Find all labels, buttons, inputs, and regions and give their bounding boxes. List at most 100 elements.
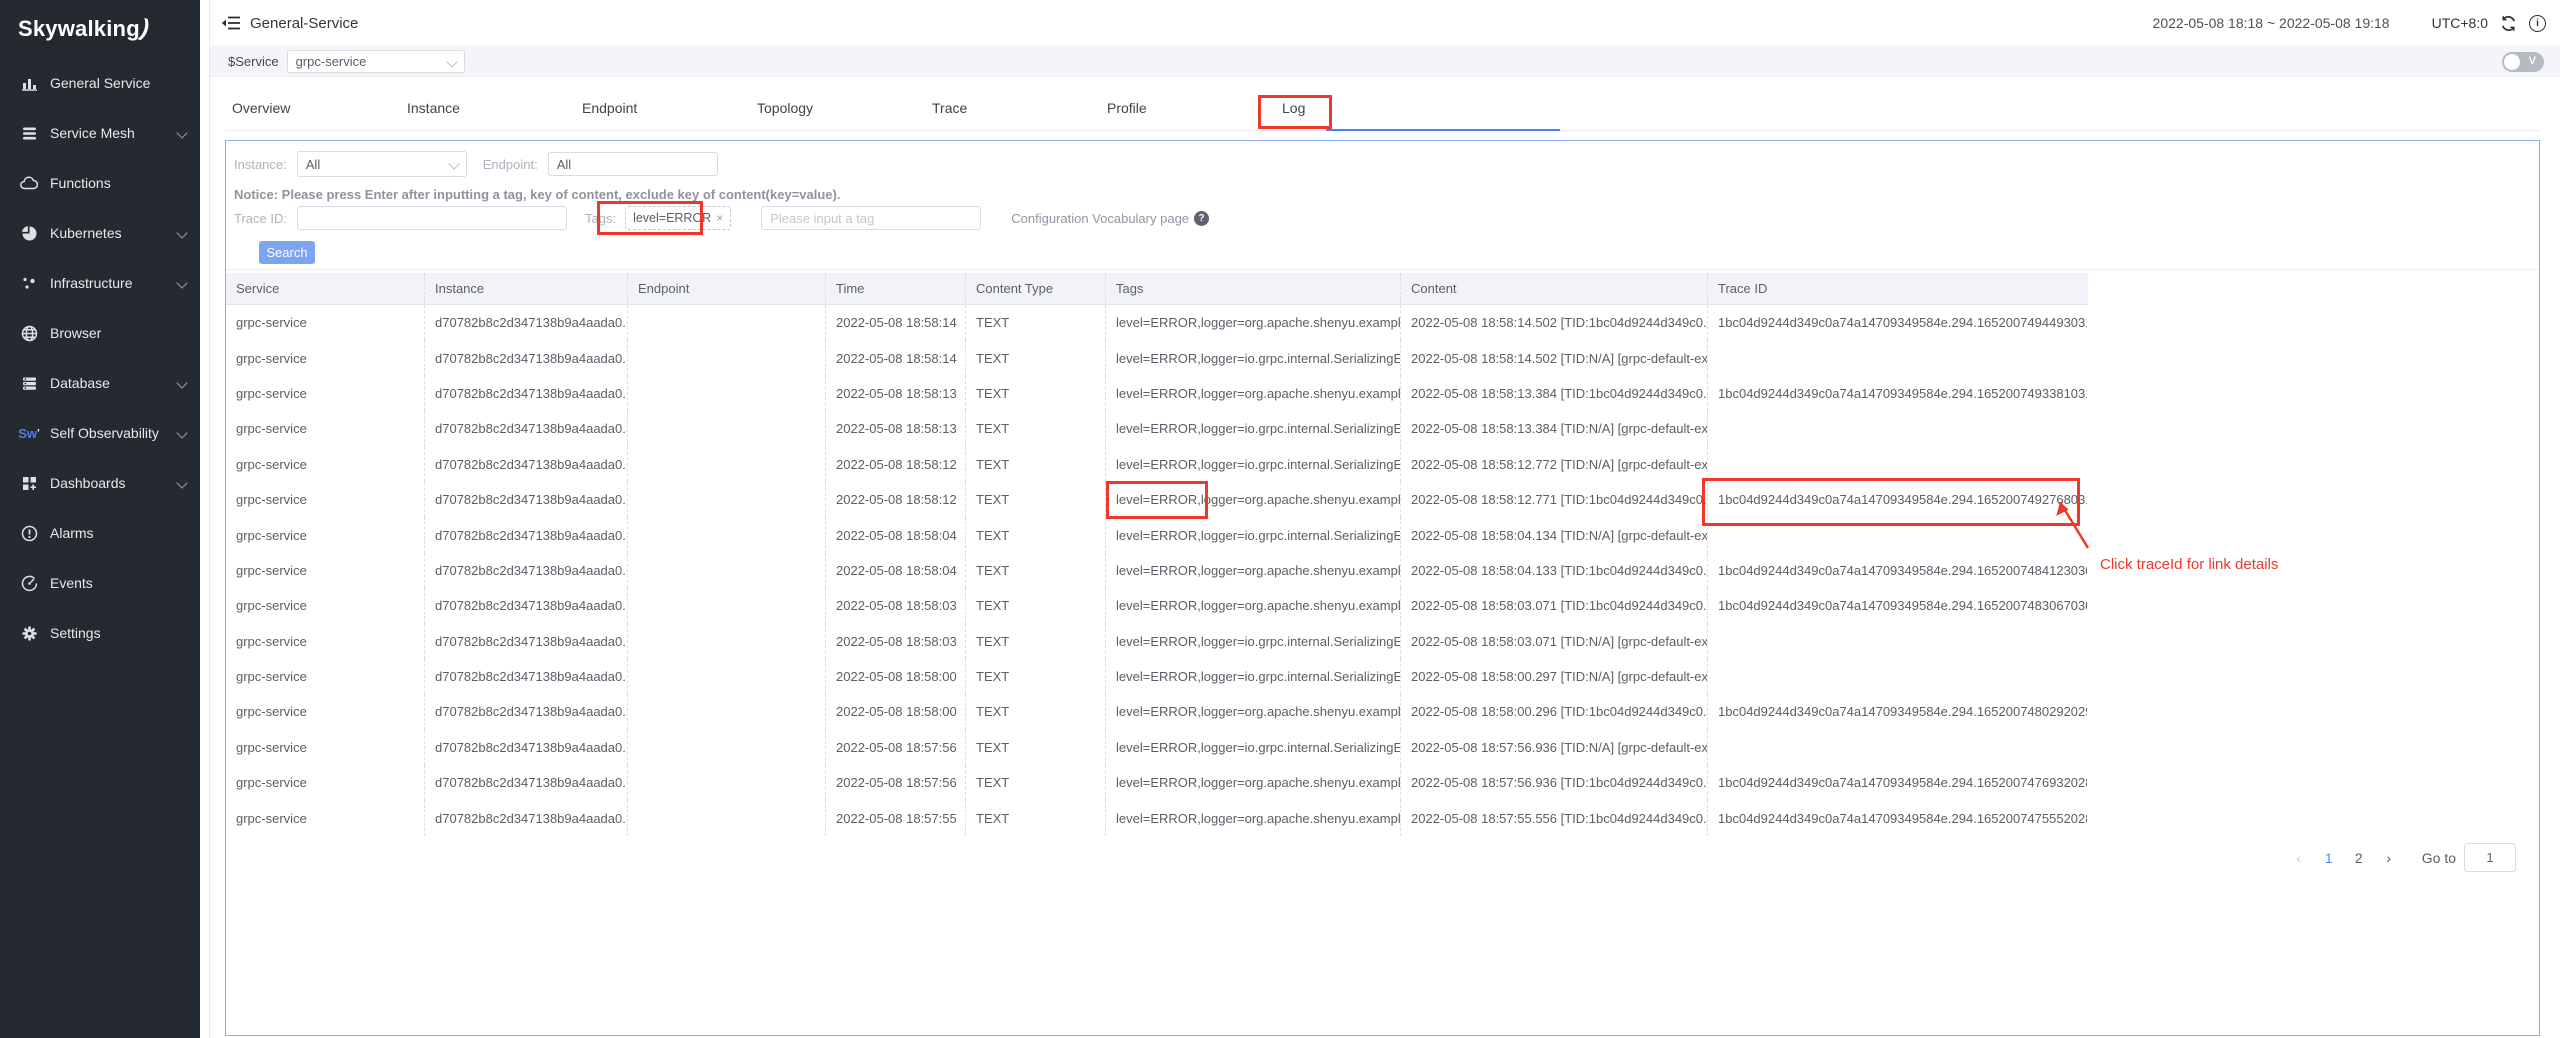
- cell-instance: d70782b8c2d347138b9a4aada0...: [424, 730, 627, 765]
- help-question-icon[interactable]: ?: [1194, 211, 1209, 226]
- tag-chip-text: level=ERROR: [633, 211, 711, 225]
- timezone-label: UTC+8:0: [2432, 15, 2488, 31]
- column-header-trace-id: Trace ID: [1707, 273, 2087, 304]
- cell-content-type: TEXT: [965, 517, 1105, 552]
- cell-endpoint: [627, 447, 825, 482]
- cell-trace-id[interactable]: 1bc04d9244d349c0a74a14709349584e.294.165…: [1707, 305, 2087, 340]
- table-row[interactable]: grpc-serviced70782b8c2d347138b9a4aada0..…: [226, 305, 2088, 340]
- cell-content-type: TEXT: [965, 588, 1105, 623]
- sidebar-item-alarms[interactable]: Alarms: [0, 508, 200, 558]
- table-row[interactable]: grpc-serviced70782b8c2d347138b9a4aada0..…: [226, 411, 2088, 446]
- chevron-down-icon: [176, 377, 187, 388]
- tab-profile[interactable]: Profile: [1107, 88, 1147, 129]
- tab-trace[interactable]: Trace: [932, 88, 967, 129]
- chevron-down-icon: [176, 227, 187, 238]
- cell-service: grpc-service: [226, 376, 424, 411]
- search-button[interactable]: Search: [259, 241, 315, 264]
- filter-row-secondary: Trace ID: Tags: level=ERROR × Configurat…: [234, 203, 1209, 233]
- table-row[interactable]: grpc-serviced70782b8c2d347138b9a4aada0..…: [226, 553, 2088, 588]
- endpoint-input[interactable]: [548, 152, 718, 176]
- cell-tags: level=ERROR,logger=io.grpc.internal.Seri…: [1105, 517, 1400, 552]
- table-row[interactable]: grpc-serviced70782b8c2d347138b9a4aada0..…: [226, 447, 2088, 482]
- sidebar-item-browser[interactable]: Browser: [0, 308, 200, 358]
- table-row[interactable]: grpc-serviced70782b8c2d347138b9a4aada0..…: [226, 659, 2088, 694]
- tag-chip[interactable]: level=ERROR ×: [625, 206, 731, 230]
- cell-trace-id[interactable]: 1bc04d9244d349c0a74a14709349584e.294.165…: [1707, 765, 2087, 800]
- sidebar-item-dashboards[interactable]: Dashboards: [0, 458, 200, 508]
- cell-endpoint: [627, 765, 825, 800]
- sidebar-item-events[interactable]: Events: [0, 558, 200, 608]
- table-row[interactable]: grpc-serviced70782b8c2d347138b9a4aada0..…: [226, 624, 2088, 659]
- time-range-picker[interactable]: 2022-05-08 18:18 ~ 2022-05-08 19:18: [2153, 15, 2390, 31]
- sidebar-item-infrastructure[interactable]: Infrastructure: [0, 258, 200, 308]
- toggle-label: V: [2529, 55, 2536, 67]
- refresh-icon[interactable]: [2500, 15, 2517, 32]
- cell-trace-id[interactable]: 1bc04d9244d349c0a74a14709349584e.294.165…: [1707, 588, 2087, 623]
- table-row[interactable]: grpc-serviced70782b8c2d347138b9a4aada0..…: [226, 765, 2088, 800]
- cell-time: 2022-05-08 18:58:13: [825, 411, 965, 446]
- vocabulary-page-link[interactable]: Configuration Vocabulary page: [1011, 211, 1189, 226]
- table-row[interactable]: grpc-serviced70782b8c2d347138b9a4aada0..…: [226, 376, 2088, 411]
- trace-id-label: Trace ID:: [234, 211, 287, 226]
- table-row[interactable]: grpc-serviced70782b8c2d347138b9a4aada0..…: [226, 730, 2088, 765]
- table-row[interactable]: grpc-serviced70782b8c2d347138b9a4aada0..…: [226, 588, 2088, 623]
- table-row[interactable]: grpc-serviced70782b8c2d347138b9a4aada0..…: [226, 482, 2088, 517]
- cell-trace-id[interactable]: 1bc04d9244d349c0a74a14709349584e.294.165…: [1707, 553, 2087, 588]
- cell-service: grpc-service: [226, 730, 424, 765]
- prev-page-icon[interactable]: ‹: [2287, 845, 2311, 871]
- cell-service: grpc-service: [226, 482, 424, 517]
- tab-log[interactable]: Log: [1282, 88, 1305, 129]
- sidebar-collapse-icon[interactable]: [218, 10, 244, 36]
- tab-endpoint[interactable]: Endpoint: [582, 88, 637, 129]
- sidebar-item-kubernetes[interactable]: Kubernetes: [0, 208, 200, 258]
- cell-content-type: TEXT: [965, 411, 1105, 446]
- dots-icon: [20, 274, 38, 292]
- page-numbers: 12: [2314, 845, 2374, 871]
- cell-tags: level=ERROR,logger=org.apache.shenyu.exa…: [1105, 482, 1400, 517]
- database-icon: [20, 374, 38, 392]
- cell-trace-id[interactable]: 1bc04d9244d349c0a74a14709349584e.294.165…: [1707, 482, 2087, 517]
- table-body: grpc-serviced70782b8c2d347138b9a4aada0..…: [226, 305, 2088, 836]
- instance-filter-label: Instance:: [234, 157, 287, 172]
- sidebar-item-service-mesh[interactable]: Service Mesh: [0, 108, 200, 158]
- cell-service: grpc-service: [226, 659, 424, 694]
- table-row[interactable]: grpc-serviced70782b8c2d347138b9a4aada0..…: [226, 340, 2088, 375]
- cell-trace-id[interactable]: 1bc04d9244d349c0a74a14709349584e.294.165…: [1707, 694, 2087, 729]
- page-number-1[interactable]: 1: [2317, 845, 2341, 871]
- sw-icon: Sw’: [20, 424, 38, 442]
- cell-endpoint: [627, 305, 825, 340]
- column-header-time: Time: [825, 273, 965, 304]
- top-bar-right: 2022-05-08 18:18 ~ 2022-05-08 19:18 UTC+…: [2153, 15, 2546, 32]
- table-row[interactable]: grpc-serviced70782b8c2d347138b9a4aada0..…: [226, 517, 2088, 552]
- sidebar-item-settings[interactable]: Settings: [0, 608, 200, 658]
- sidebar-item-general-service[interactable]: General Service: [0, 58, 200, 108]
- tab-overview[interactable]: Overview: [232, 88, 290, 129]
- sidebar-item-functions[interactable]: Functions: [0, 158, 200, 208]
- service-variable-label: $Service: [228, 54, 279, 69]
- goto-page-input[interactable]: [2464, 843, 2516, 872]
- sidebar-menu: General ServiceService MeshFunctionsKube…: [0, 58, 200, 658]
- page-number-2[interactable]: 2: [2347, 845, 2371, 871]
- cell-trace-id[interactable]: 1bc04d9244d349c0a74a14709349584e.294.165…: [1707, 800, 2087, 835]
- service-bar: $Service grpc-service V: [210, 47, 2560, 77]
- sidebar-item-self-observability[interactable]: Sw’Self Observability: [0, 408, 200, 458]
- table-row[interactable]: grpc-serviced70782b8c2d347138b9a4aada0..…: [226, 800, 2088, 835]
- sidebar-item-label: Dashboards: [50, 475, 172, 491]
- service-select[interactable]: grpc-service: [287, 50, 465, 73]
- trace-id-input[interactable]: [297, 206, 567, 230]
- view-mode-toggle[interactable]: V: [2502, 52, 2544, 72]
- cell-tags: level=ERROR,logger=org.apache.shenyu.exa…: [1105, 694, 1400, 729]
- cell-tags: level=ERROR,logger=io.grpc.internal.Seri…: [1105, 730, 1400, 765]
- instance-select[interactable]: All: [297, 151, 467, 177]
- tab-instance[interactable]: Instance: [407, 88, 460, 129]
- sidebar-item-database[interactable]: Database: [0, 358, 200, 408]
- cell-content: 2022-05-08 18:58:12.771 [TID:1bc04d9244d…: [1400, 482, 1707, 517]
- tab-topology[interactable]: Topology: [757, 88, 813, 129]
- page-title: General-Service: [250, 15, 358, 32]
- tag-remove-icon[interactable]: ×: [716, 211, 723, 225]
- table-row[interactable]: grpc-serviced70782b8c2d347138b9a4aada0..…: [226, 694, 2088, 729]
- info-icon[interactable]: i: [2529, 15, 2546, 32]
- next-page-icon[interactable]: ›: [2377, 845, 2401, 871]
- cell-trace-id[interactable]: 1bc04d9244d349c0a74a14709349584e.294.165…: [1707, 376, 2087, 411]
- tag-input[interactable]: [761, 206, 981, 230]
